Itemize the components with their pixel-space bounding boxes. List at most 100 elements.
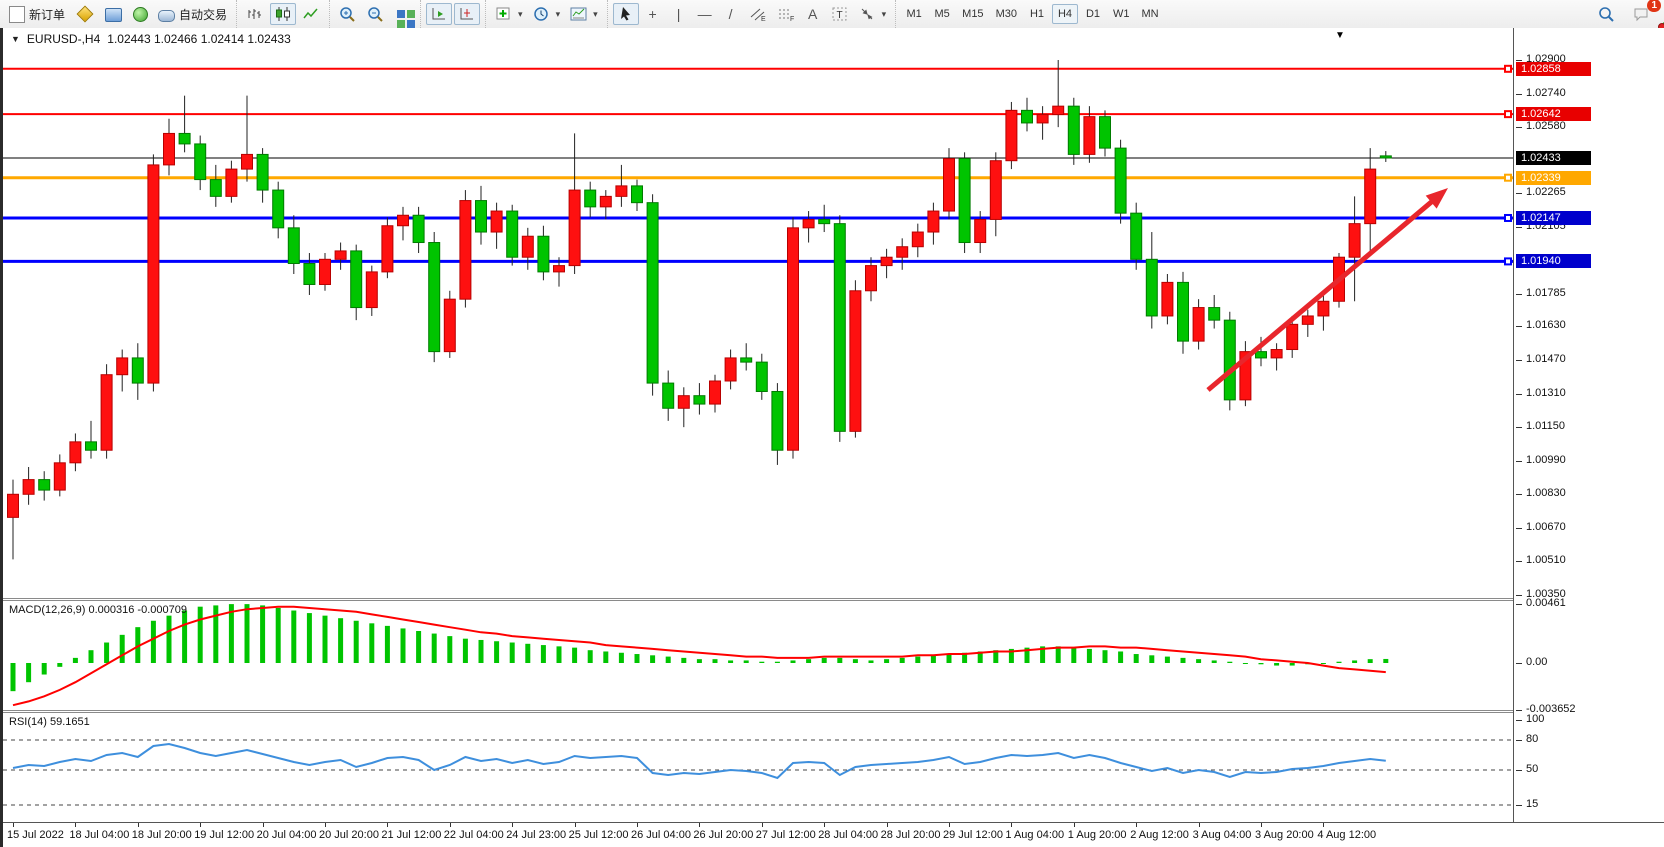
candlestick-layer[interactable] [3, 28, 1513, 598]
time-axis-tick [200, 823, 201, 827]
timeframe-button-w1[interactable]: W1 [1108, 4, 1135, 24]
zoom-in-button[interactable] [335, 3, 361, 25]
chart-region: ▼ EURUSD-,H4 1.02443 1.02466 1.02414 1.0… [0, 28, 1664, 847]
fibonacci-button[interactable]: F [773, 3, 799, 25]
bar-chart-button[interactable] [242, 3, 268, 25]
toolbar-group-timeframes: M1M5M15M30H1H4D1W1MN [895, 0, 1168, 28]
new-order-button[interactable]: 新订单 [5, 3, 69, 25]
tile-windows-button[interactable] [391, 3, 415, 25]
time-axis-tick [699, 823, 700, 827]
time-axis-tick [1323, 823, 1324, 827]
rsi-layer[interactable] [3, 713, 1513, 822]
title-collapse-icon[interactable]: ▼ [11, 34, 20, 44]
timeframe-button-d1[interactable]: D1 [1080, 4, 1106, 24]
price-tick-label: 1.02265 [1526, 186, 1566, 198]
market-watch-icon [77, 6, 94, 23]
macd-layer[interactable] [3, 601, 1513, 710]
macd-tick-label: 0.00461 [1526, 597, 1566, 609]
crosshair-button[interactable]: + [641, 3, 665, 25]
price-axis[interactable]: 1.029001.027401.025801.022651.021051.017… [1513, 28, 1664, 822]
price-line-badge: 1.02433 [1516, 151, 1591, 165]
price-line-badge: 1.02858 [1516, 62, 1591, 76]
timeframe-button-m15[interactable]: M15 [957, 4, 988, 24]
price-tick-label: 1.01310 [1526, 387, 1566, 399]
time-axis-label: 1 Aug 04:00 [1005, 829, 1064, 841]
chart-shift-button[interactable] [454, 3, 480, 25]
time-axis-label: 26 Jul 04:00 [631, 829, 691, 841]
line-chart-button[interactable] [298, 3, 324, 25]
rsi-pane[interactable]: RSI(14) 59.1651 [3, 713, 1513, 822]
trendline-button[interactable]: / [719, 3, 743, 25]
templates-icon [570, 6, 588, 22]
time-axis-label: 20 Jul 04:00 [257, 829, 317, 841]
horizontal-line-icon: — [698, 7, 712, 21]
price-line-badge: 1.01940 [1516, 254, 1591, 268]
time-axis-tick [1199, 823, 1200, 827]
equidistant-channel-button[interactable]: E [745, 3, 771, 25]
timeframe-button-m5[interactable]: M5 [929, 4, 955, 24]
text-button[interactable]: A [801, 3, 825, 25]
signals-button[interactable] [128, 3, 152, 25]
price-tick-label: 1.01630 [1526, 319, 1566, 331]
timeframe-button-h4[interactable]: H4 [1052, 4, 1078, 24]
fibonacci-icon: F [777, 6, 795, 22]
toolbar-group-chart-type [236, 0, 329, 28]
ohlc-values-label: 1.02443 1.02466 1.02414 1.02433 [107, 32, 291, 46]
arrows-button[interactable]: ▾ [855, 3, 891, 25]
scroll-end-marker-icon[interactable]: ▼ [1335, 30, 1345, 41]
notifications-button[interactable]: 1 [1629, 3, 1655, 25]
rsi-tick-label: 80 [1526, 733, 1538, 745]
rsi-tick-label: 15 [1526, 798, 1538, 810]
indicators-caret-icon: ▾ [518, 9, 523, 20]
time-axis-tick [13, 823, 14, 827]
timeframe-button-mn[interactable]: MN [1136, 4, 1163, 24]
price-tick-label: 1.00830 [1526, 487, 1566, 499]
svg-text:E: E [761, 16, 766, 22]
chart-shift-icon [458, 6, 476, 22]
price-tick-label: 1.00510 [1526, 554, 1566, 566]
text-label-button[interactable]: T [827, 3, 853, 25]
toolbar-group-objects: ▾ ▾ ▾ [485, 0, 607, 28]
time-axis-tick [887, 823, 888, 827]
time-axis-tick [824, 823, 825, 827]
indicators-button[interactable]: ▾ [491, 3, 527, 25]
line-chart-icon [302, 6, 320, 22]
time-axis[interactable]: 15 Jul 202218 Jul 04:0018 Jul 20:0019 Ju… [3, 822, 1664, 847]
rsi-tick-label: 50 [1526, 763, 1538, 775]
toolbar-group-drawing: + | — / E F A T ▾ [607, 0, 896, 28]
market-watch-button[interactable] [71, 3, 99, 25]
horizontal-line-button[interactable]: — [693, 3, 717, 25]
time-axis-tick [138, 823, 139, 827]
cursor-button[interactable] [613, 3, 639, 25]
time-axis-tick [325, 823, 326, 827]
symbol-period-label: EURUSD-,H4 [27, 32, 100, 46]
price-tick-label: 1.01470 [1526, 353, 1566, 365]
zoom-out-button[interactable] [363, 3, 389, 25]
price-pane[interactable]: ▼ EURUSD-,H4 1.02443 1.02466 1.02414 1.0… [3, 28, 1513, 598]
arrows-icon [859, 6, 877, 22]
svg-text:T: T [836, 10, 842, 21]
mt4-terminal: { "toolbar": { "new_order_label": "新订单",… [0, 0, 1664, 847]
search-button[interactable] [1593, 3, 1619, 25]
bar-chart-icon [246, 6, 264, 22]
indicators-icon [495, 6, 513, 22]
templates-button[interactable]: ▾ [566, 3, 602, 25]
periods-button[interactable]: ▾ [529, 3, 565, 25]
time-axis-label: 18 Jul 04:00 [69, 829, 129, 841]
new-order-icon [9, 6, 25, 23]
timeframe-button-m30[interactable]: M30 [991, 4, 1022, 24]
charts-window-button[interactable] [101, 3, 126, 25]
candlestick-chart-icon [274, 6, 292, 22]
toolbar-group-trade: 新订单 自动交易 [0, 0, 236, 28]
arrows-caret-icon: ▾ [882, 9, 887, 20]
candlestick-chart-button[interactable] [270, 3, 296, 25]
auto-trading-button[interactable]: 自动交易 [154, 3, 231, 25]
macd-pane[interactable]: MACD(12,26,9) 0.000316 -0.000709 [3, 601, 1513, 710]
auto-scroll-button[interactable] [426, 3, 452, 25]
chart-title: ▼ EURUSD-,H4 1.02443 1.02466 1.02414 1.0… [11, 32, 291, 46]
timeframe-button-h1[interactable]: H1 [1024, 4, 1050, 24]
vertical-line-button[interactable]: | [667, 3, 691, 25]
rsi-tick-label: 100 [1526, 713, 1544, 725]
time-axis-tick [1011, 823, 1012, 827]
timeframe-button-m1[interactable]: M1 [901, 4, 927, 24]
